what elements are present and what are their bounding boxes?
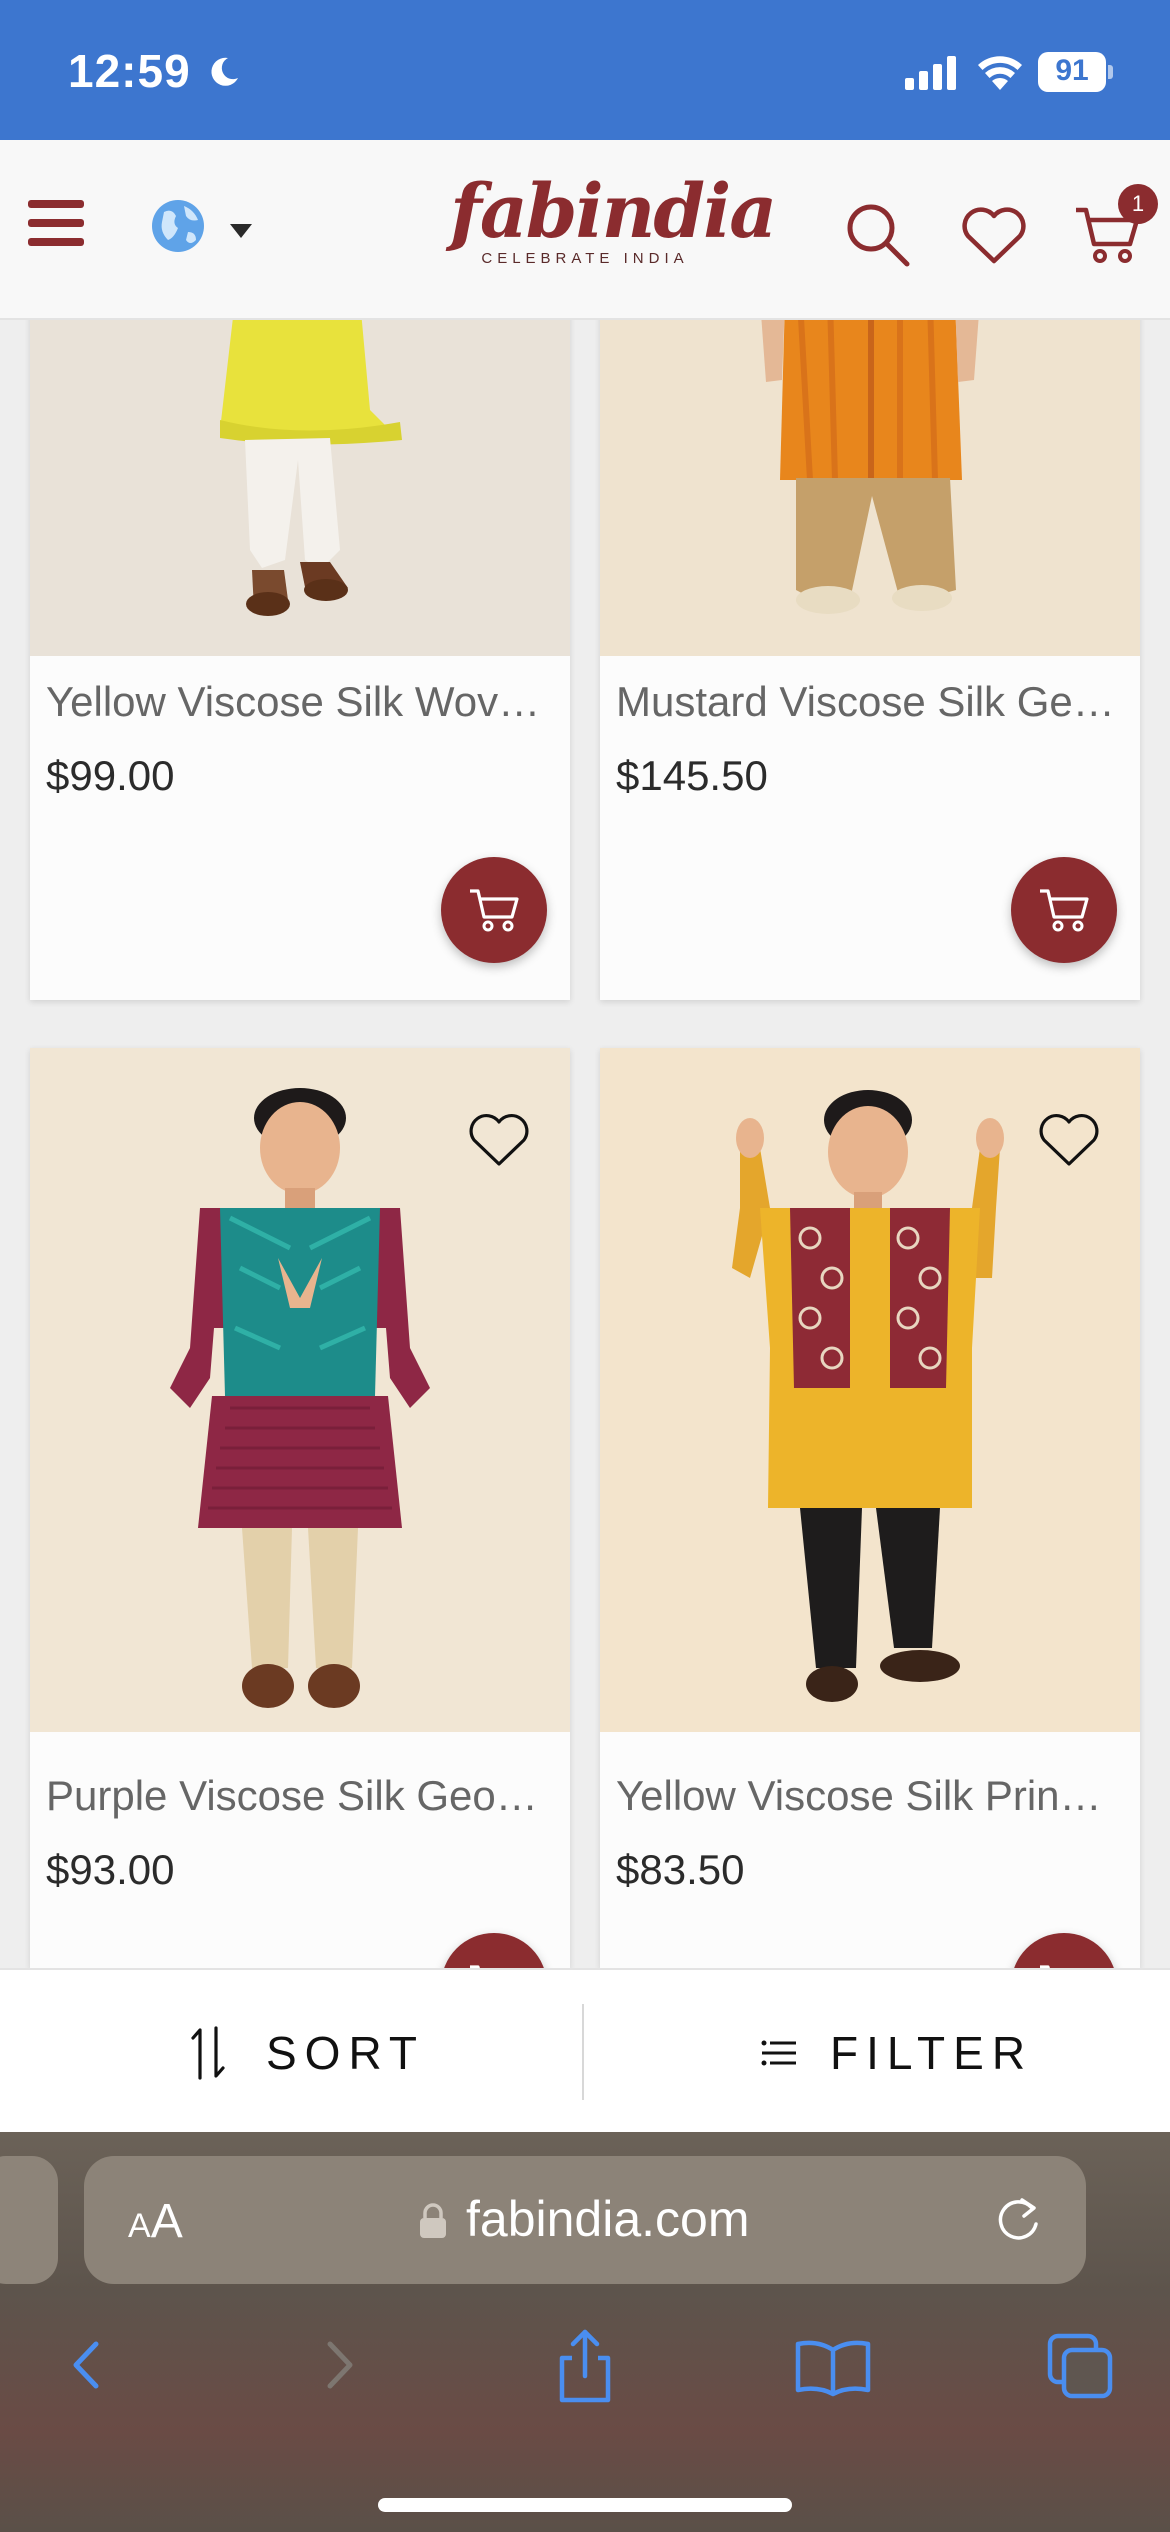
reload-icon[interactable] — [992, 2194, 1044, 2246]
browser-chrome: AA fabindia.com — [0, 2132, 1170, 2532]
previous-tab[interactable] — [0, 2156, 58, 2284]
caret-down-icon[interactable] — [230, 224, 252, 238]
url-text[interactable]: fabindia.com — [466, 2190, 750, 2248]
product-name[interactable]: Yellow Viscose Silk Prin… — [616, 1772, 1126, 1820]
cart-icon — [1040, 889, 1089, 932]
share-icon[interactable] — [540, 2320, 630, 2410]
text-size-button[interactable]: AA — [128, 2194, 183, 2249]
status-time: 12:59 — [68, 45, 191, 97]
product-name[interactable]: Yellow Viscose Silk Wov… — [46, 678, 556, 726]
sort-button[interactable]: SORT — [0, 1970, 582, 2134]
battery-icon: 91 — [1038, 52, 1113, 92]
forward-icon[interactable] — [294, 2320, 384, 2410]
product-card-2[interactable]: Mustard Viscose Silk Ge… $145.50 — [600, 300, 1140, 1000]
app-header: fabindia CELEBRATE INDIA 1 — [0, 140, 1170, 320]
add-to-cart-button[interactable] — [441, 857, 547, 963]
cart-icon — [1040, 1965, 1050, 1968]
add-to-cart-button[interactable] — [1011, 1933, 1117, 1968]
product-name[interactable]: Mustard Viscose Silk Ge… — [616, 678, 1126, 726]
add-to-cart-button[interactable] — [441, 1933, 547, 1968]
battery-level: 91 — [1055, 54, 1089, 87]
home-indicator[interactable] — [378, 2498, 792, 2512]
bookmarks-icon[interactable] — [788, 2320, 878, 2410]
globe-icon[interactable] — [150, 198, 206, 254]
brand-logo[interactable]: fabindia CELEBRATE INDIA — [450, 169, 777, 280]
filter-icon — [761, 2040, 796, 2066]
brand-tagline: CELEBRATE INDIA — [481, 250, 689, 267]
add-to-cart-button[interactable] — [1011, 857, 1117, 963]
wishlist-heart-icon[interactable] — [1036, 1110, 1102, 1170]
signal-icon — [905, 56, 956, 90]
cart-count-badge: 1 — [1118, 184, 1158, 224]
product-card-4[interactable]: Yellow Viscose Silk Prin… $83.50 — [600, 1048, 1140, 1968]
hamburger-menu-icon[interactable] — [28, 198, 84, 248]
product-card-1[interactable]: Yellow Viscose Silk Wov… $99.00 — [30, 300, 570, 1000]
product-price: $99.00 — [46, 752, 175, 799]
product-card-3[interactable]: Purple Viscose Silk Geo… $93.00 — [30, 1048, 570, 1968]
browser-toolbar — [0, 2310, 1170, 2420]
cart-icon — [470, 1965, 480, 1968]
wifi-icon — [978, 56, 1022, 90]
product-price: $145.50 — [616, 752, 768, 799]
text-size-small-a: A — [128, 2207, 151, 2245]
product-price: $93.00 — [46, 1846, 175, 1893]
filter-label: FILTER — [830, 2027, 1034, 2079]
wishlist-heart-icon[interactable] — [466, 1110, 532, 1170]
product-image[interactable] — [600, 300, 1140, 656]
sort-icon — [191, 2026, 225, 2080]
product-price: $83.50 — [616, 1846, 745, 1893]
cart-icon — [470, 889, 519, 932]
search-icon[interactable] — [845, 202, 911, 268]
status-bar: 12:59 91 — [0, 0, 1170, 140]
product-name[interactable]: Purple Viscose Silk Geo… — [46, 1772, 556, 1820]
address-bar[interactable]: AA fabindia.com — [84, 2156, 1086, 2284]
product-image[interactable] — [30, 300, 570, 656]
filter-button[interactable]: FILTER — [584, 1970, 1170, 2134]
tabs-icon[interactable] — [1036, 2320, 1126, 2410]
sort-label: SORT — [266, 2027, 425, 2079]
brand-name: fabindia — [450, 169, 777, 255]
wishlist-icon[interactable] — [960, 204, 1028, 266]
lock-icon — [420, 2203, 446, 2238]
sort-filter-bar: SORT FILTER — [0, 1968, 1170, 2132]
text-size-big-a: A — [150, 2195, 183, 2248]
back-icon[interactable] — [42, 2320, 132, 2410]
moon-icon — [211, 57, 238, 86]
